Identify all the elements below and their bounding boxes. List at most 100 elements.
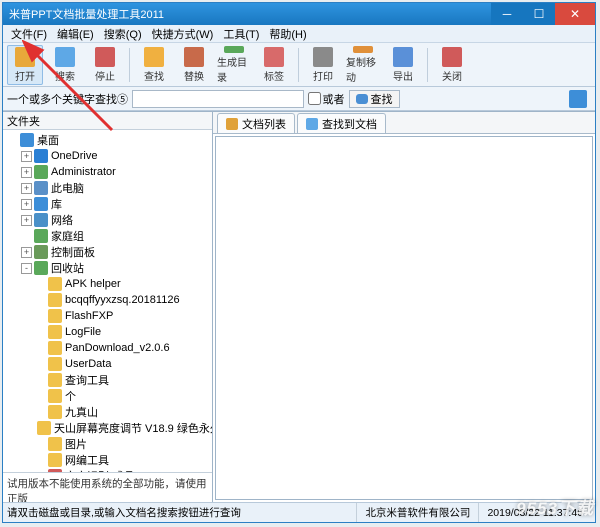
menu-edit[interactable]: 编辑(E) [53,25,98,43]
recycle-icon [34,261,48,275]
lib-icon [34,197,48,211]
tree-item[interactable]: -回收站 [3,260,212,276]
user-icon [34,165,48,179]
tree-item[interactable]: +Administrator [3,164,212,180]
homegroup-icon [34,229,48,243]
tree-item-label: 九真山 [65,404,98,420]
expand-icon[interactable]: + [21,151,32,162]
tree-item[interactable]: bcqqffyyxzsq.20181126 [3,292,212,308]
menu-tools[interactable]: 工具(T) [219,25,263,43]
search-input[interactable] [132,90,304,108]
left-panel: 文件夹 桌面+OneDrive+Administrator+此电脑+库+网络家庭… [3,112,213,502]
tree-item-label: 个 [65,388,76,404]
tree-item[interactable]: 查询工具 [3,372,212,388]
tree-item-label: 库 [51,196,62,212]
folder-icon [48,341,62,355]
minimize-button[interactable]: ─ [491,3,523,25]
tree-item-label: 此电脑 [51,180,84,196]
tree-item[interactable]: 个 [3,388,212,404]
tree-item[interactable]: +OneDrive [3,148,212,164]
tree-item[interactable]: +网络 [3,212,212,228]
toolbar-label: 生成目录 [217,54,251,84]
tree-item[interactable]: 天山屏幕亮度调节 V18.9 绿色永久免费版 [3,420,212,436]
expand-icon[interactable]: + [21,199,32,210]
folder-icon [37,421,51,435]
menubar: 文件(F) 编辑(E) 搜索(Q) 快捷方式(W) 工具(T) 帮助(H) [3,25,595,43]
search-button[interactable]: 查找 [349,90,400,108]
close-button[interactable]: ✕ [555,3,595,25]
tab-document-list[interactable]: 文档列表 [217,113,295,133]
toolbar-label: 停止 [95,68,115,83]
tree-item[interactable]: APK helper [3,276,212,292]
toolbar-label: 标签 [264,68,284,83]
desktop-icon [20,133,34,147]
toolbar-停止[interactable]: 停止 [87,45,123,85]
toolbar-搜索[interactable]: 搜索 [47,45,83,85]
tree-item[interactable]: +控制面板 [3,244,212,260]
tree-item-label: LogFile [65,326,101,338]
folder-tree[interactable]: 桌面+OneDrive+Administrator+此电脑+库+网络家庭组+控制… [3,130,212,472]
menu-shortcut[interactable]: 快捷方式(W) [148,25,218,43]
tree-item[interactable]: 网编工具 [3,452,212,468]
or-checkbox[interactable]: 或者 [308,91,345,107]
toolbar-icon [393,47,413,67]
tree-item[interactable]: +库 [3,196,212,212]
tree-item-label: UserData [65,358,111,370]
expand-icon[interactable]: - [21,263,32,274]
tree-item-label: FlashFXP [65,310,113,322]
tree-item-label: bcqqffyyxzsq.20181126 [65,294,180,306]
folder-icon [48,293,62,307]
tab-label: 文档列表 [242,116,286,132]
tree-item[interactable]: + 此电脑 [3,180,212,196]
tree-item[interactable]: 桌面 [3,132,212,148]
toolbar-label: 导出 [393,68,413,83]
folder-icon [48,453,62,467]
toolbar-icon [224,46,244,53]
expand-icon[interactable]: + [21,183,32,194]
toolbar-关闭[interactable]: 关闭 [434,45,470,85]
toolbar-打开[interactable]: 打开 [7,45,43,85]
tree-item-label: 网编工具 [65,452,109,468]
app-window: 米普PPT文档批量处理工具2011 ─ ☐ ✕ 文件(F) 编辑(E) 搜索(Q… [2,2,596,523]
expand-icon[interactable]: + [21,167,32,178]
document-list-area [215,136,593,500]
toolbar-label: 查找 [144,68,164,83]
status-hint: 请双击磁盘或目录,或输入文档名搜索按钮进行查询 [7,505,241,520]
tree-item-label: 桌面 [37,132,59,148]
toolbar-icon [442,47,462,67]
control-icon [34,245,48,259]
toolbar-label: 替换 [184,68,204,83]
body: 文件夹 桌面+OneDrive+Administrator+此电脑+库+网络家庭… [3,111,595,502]
folder-icon [48,373,62,387]
window-title: 米普PPT文档批量处理工具2011 [9,6,164,22]
tree-item[interactable]: 家庭组 [3,228,212,244]
trial-notice: 试用版本不能使用系统的全部功能，请使用正版 [3,472,212,502]
tree-item[interactable]: 图片 [3,436,212,452]
toolbar-替换[interactable]: 替换 [176,45,212,85]
toolbar-查找[interactable]: 查找 [136,45,172,85]
status-company: 北京米普软件有限公司 [356,503,478,522]
cloud-icon [34,149,48,163]
menu-file[interactable]: 文件(F) [7,25,51,43]
toolbar-导出[interactable]: 导出 [385,45,421,85]
watermark: 9553下载 [516,494,594,519]
toolbar-打印[interactable]: 打印 [305,45,341,85]
toolbar-生成目录[interactable]: 生成目录 [216,45,252,85]
toolbar-标签[interactable]: 标签 [256,45,292,85]
menu-help[interactable]: 帮助(H) [265,25,310,43]
or-checkbox-box[interactable] [308,92,321,105]
tab-found-documents[interactable]: 查找到文档 [297,113,386,133]
menu-search[interactable]: 搜索(Q) [100,25,146,43]
tree-item[interactable]: UserData [3,356,212,372]
network-icon [34,213,48,227]
tree-item[interactable]: PanDownload_v2.0.6 [3,340,212,356]
folder-icon [48,389,62,403]
toolbar-复制移动[interactable]: 复制移动 [345,45,381,85]
search-label: 一个或多个关键字查找⑤ [7,91,128,107]
maximize-button[interactable]: ☐ [523,3,555,25]
tree-item[interactable]: 九真山 [3,404,212,420]
expand-icon[interactable]: + [21,215,32,226]
expand-icon[interactable]: + [21,247,32,258]
tree-item[interactable]: LogFile [3,324,212,340]
tree-item[interactable]: FlashFXP [3,308,212,324]
